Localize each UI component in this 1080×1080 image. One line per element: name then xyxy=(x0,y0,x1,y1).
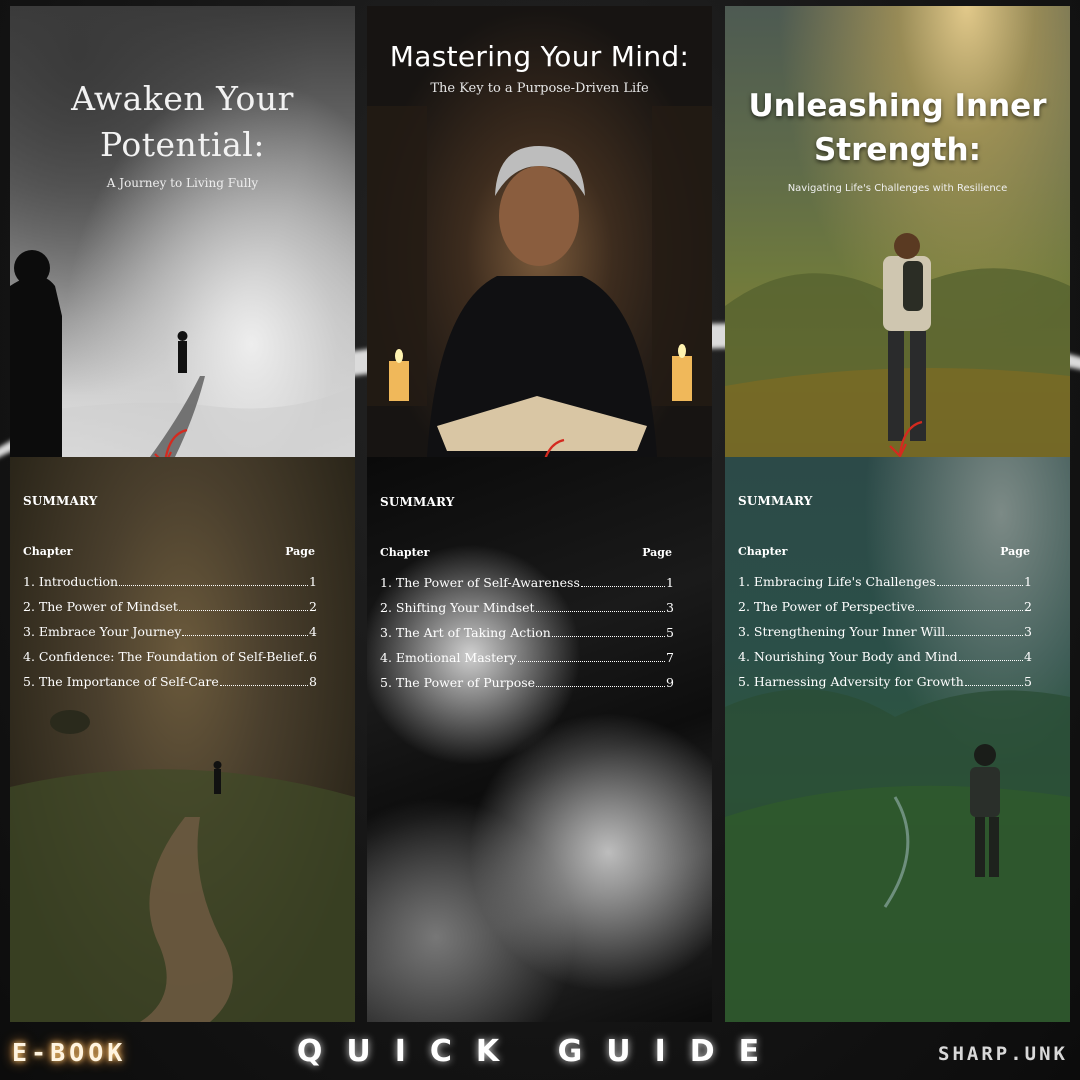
toc-item-label: 4. Emotional Mastery xyxy=(380,650,517,665)
toc-item-leader xyxy=(958,660,1024,661)
toc-item-leader xyxy=(536,686,666,687)
toc-list: 1. Embracing Life's Challenges 1 2. The P… xyxy=(738,574,1032,699)
book-1-title: Awaken Your Potential: xyxy=(10,76,355,168)
toc-item-page: 1 xyxy=(666,575,674,590)
toc-item-page: 5 xyxy=(1024,674,1032,689)
toc-item-leader xyxy=(303,660,309,661)
toc-item-label: 1. Embracing Life's Challenges xyxy=(738,574,936,589)
summary-title: SUMMARY xyxy=(23,494,98,508)
toc-item-leader xyxy=(964,685,1024,686)
toc-page-header: Page xyxy=(1000,545,1030,558)
toc-chapter-header: Chapter xyxy=(23,545,73,558)
toc-item-label: 1. The Power of Self-Awareness xyxy=(380,575,580,590)
summary-title: SUMMARY xyxy=(738,494,813,508)
toc-item[interactable]: 2. The Power of Perspective 2 xyxy=(738,599,1032,624)
toc-chapter-header: Chapter xyxy=(738,545,788,558)
toc-item-label: 5. Harnessing Adversity for Growth xyxy=(738,674,964,689)
toc-chapter-header: Chapter xyxy=(380,546,430,559)
toc-item-label: 2. The Power of Mindset xyxy=(23,599,178,614)
book-cover-3[interactable]: Unleashing Inner Strength: Navigating Li… xyxy=(725,6,1070,457)
toc-item-page: 3 xyxy=(666,600,674,615)
book-1-summary: SUMMARY Chapter Page 1. Introduction 1 2.… xyxy=(10,457,355,1022)
toc-item-leader xyxy=(535,611,666,612)
toc-item-page: 1 xyxy=(1024,574,1032,589)
toc-item-label: 4. Confidence: The Foundation of Self-Be… xyxy=(23,649,303,664)
summary-title: SUMMARY xyxy=(380,495,455,509)
summary-3-scene xyxy=(725,689,1070,1022)
book-3-summary: SUMMARY Chapter Page 1. Embracing Life's… xyxy=(725,457,1070,1022)
toc-item-page: 1 xyxy=(309,574,317,589)
toc-item-page: 5 xyxy=(666,625,674,640)
toc-item-leader xyxy=(551,636,666,637)
cover-2-scene xyxy=(367,106,712,457)
toc-item-label: 5. The Power of Purpose xyxy=(380,675,536,690)
book-3-title: Unleashing Inner Strength: xyxy=(725,84,1070,172)
toc-header: Chapter Page xyxy=(380,546,672,559)
toc-item-leader xyxy=(936,585,1024,586)
toc-item-page: 6 xyxy=(309,649,317,664)
book-cover-1[interactable]: Awaken Your Potential: A Journey to Livi… xyxy=(10,6,355,457)
toc-item-page: 4 xyxy=(309,624,317,639)
toc-item-leader xyxy=(580,586,666,587)
toc-item-leader xyxy=(178,610,309,611)
toc-list: 1. Introduction 1 2. The Power of Mindset… xyxy=(23,574,317,699)
book-cover-2[interactable]: Mastering Your Mind: The Key to a Purpos… xyxy=(367,6,712,457)
toc-item-page: 8 xyxy=(309,674,317,689)
book-2-summary: SUMMARY Chapter Page 1. The Power of Sel… xyxy=(367,457,712,1022)
toc-item-label: 2. Shifting Your Mindset xyxy=(380,600,535,615)
toc-item-label: 1. Introduction xyxy=(23,574,119,589)
toc-page-header: Page xyxy=(285,545,315,558)
toc-item[interactable]: 3. The Art of Taking Action 5 xyxy=(380,625,674,650)
toc-item-leader xyxy=(946,635,1024,636)
toc-item[interactable]: 4. Emotional Mastery 7 xyxy=(380,650,674,675)
book-2-title: Mastering Your Mind: xyxy=(389,40,690,73)
toc-item-label: 2. The Power of Perspective xyxy=(738,599,915,614)
toc-item-leader xyxy=(517,661,666,662)
toc-item-label: 4. Nourishing Your Body and Mind xyxy=(738,649,958,664)
toc-item[interactable]: 5. The Power of Purpose 9 xyxy=(380,675,674,700)
toc-list: 1. The Power of Self-Awareness 1 2. Shift… xyxy=(380,575,674,700)
toc-item-leader xyxy=(915,610,1024,611)
toc-item-page: 4 xyxy=(1024,649,1032,664)
toc-header: Chapter Page xyxy=(738,545,1030,558)
toc-item-page: 2 xyxy=(1024,599,1032,614)
toc-item[interactable]: 3. Embrace Your Journey 4 xyxy=(23,624,317,649)
toc-item[interactable]: 2. The Power of Mindset 2 xyxy=(23,599,317,624)
book-3-subtitle: Navigating Life's Challenges with Resili… xyxy=(787,183,1008,194)
toc-item-leader xyxy=(219,685,309,686)
toc-item-label: 3. Strengthening Your Inner Will xyxy=(738,624,946,639)
summary-1-scene xyxy=(10,710,355,1022)
toc-item-label: 5. The Importance of Self-Care xyxy=(23,674,219,689)
book-1-title-line-1: Awaken Your xyxy=(71,79,294,118)
toc-item-page: 9 xyxy=(666,675,674,690)
book-1-subtitle: A Journey to Living Fully xyxy=(106,176,259,190)
toc-item[interactable]: 1. Introduction 1 xyxy=(23,574,317,599)
brand-handle: SHARP.UNK xyxy=(938,1043,1068,1065)
book-1-title-line-2: Potential: xyxy=(100,125,265,164)
toc-item[interactable]: 5. Harnessing Adversity for Growth 5 xyxy=(738,674,1032,699)
toc-item-leader xyxy=(119,585,309,586)
toc-item[interactable]: 2. Shifting Your Mindset 3 xyxy=(380,600,674,625)
toc-item-page: 2 xyxy=(309,599,317,614)
toc-item[interactable]: 1. Embracing Life's Challenges 1 xyxy=(738,574,1032,599)
toc-item[interactable]: 4. Nourishing Your Body and Mind 4 xyxy=(738,649,1032,674)
toc-page-header: Page xyxy=(642,546,672,559)
book-3-title-line-2: Strength: xyxy=(813,132,981,168)
toc-item-page: 3 xyxy=(1024,624,1032,639)
toc-item[interactable]: 4. Confidence: The Foundation of Self-Be… xyxy=(23,649,317,674)
quick-guide-title: QUICK GUIDE xyxy=(296,1034,784,1069)
toc-header: Chapter Page xyxy=(23,545,315,558)
toc-item[interactable]: 1. The Power of Self-Awareness 1 xyxy=(380,575,674,600)
book-3-title-line-1: Unleashing Inner xyxy=(748,88,1047,124)
toc-item-page: 7 xyxy=(666,650,674,665)
toc-item[interactable]: 5. The Importance of Self-Care 8 xyxy=(23,674,317,699)
toc-item-label: 3. Embrace Your Journey xyxy=(23,624,182,639)
toc-item-label: 3. The Art of Taking Action xyxy=(380,625,551,640)
book-2-subtitle: The Key to a Purpose-Driven Life xyxy=(430,81,649,96)
toc-item-leader xyxy=(182,635,309,636)
toc-item[interactable]: 3. Strengthening Your Inner Will 3 xyxy=(738,624,1032,649)
